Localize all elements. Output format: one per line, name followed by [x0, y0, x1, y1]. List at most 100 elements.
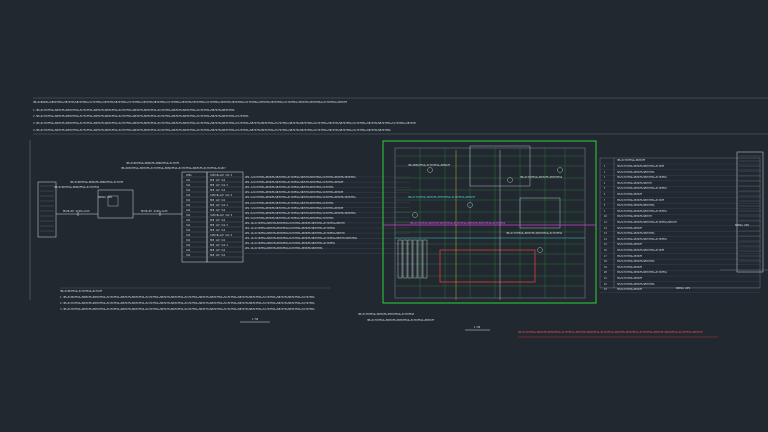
- panel-circuit-15: MCB 1LP 3x2.5: [210, 244, 228, 247]
- panel-title-2: 3M+5D5D7M3A+5B7D7M+5C7D7M3A+5B5D7M3A+5C7…: [121, 167, 226, 170]
- legend-row-number: 1: [604, 165, 606, 168]
- plan-title: 3M+5B5D7M3A+5C7D7M3A+5B5D7M: [408, 164, 451, 167]
- panel-rating-7: 32A: [186, 204, 191, 207]
- panel-description-5: UPS-5+5C7D7M3A+5B7D7M+5B7D7M3A+5C7D7M3A+…: [245, 196, 356, 200]
- legend-row-number: 2: [604, 170, 606, 174]
- panel-circuit-2: MCB 1LP 3x4: [210, 179, 226, 182]
- legend-row-text: 3M+5C7D7M3A+5B7D7M+5B7D7M3A+5C7D7M: [617, 165, 665, 168]
- panel-rating-13: 32A: [186, 234, 191, 237]
- plan-fixture-symbol: [557, 167, 563, 173]
- legend-row-number: 8: [604, 204, 606, 208]
- legend-row-number: 17: [604, 254, 607, 258]
- plan-fixture-symbol: [507, 177, 513, 183]
- legend-row-number: 6: [604, 193, 606, 196]
- panel-circuit-3: MCB 1LP 3x2.5: [210, 184, 228, 187]
- legend-row-text: 3M+5C7D7M3A+5B7D7M+5B7D7M3A: [617, 232, 655, 236]
- panel-description-3: UPS-3+5C7D7M3A+5B7D7M+5B7D7M3A+5C7D7M3A+…: [245, 186, 334, 190]
- plan-callout-2: 3M+5C7D7M3A+5B7D7M+5B7D7M3A: [520, 176, 563, 179]
- panel-rating-4: 32A: [186, 189, 191, 192]
- legend-row-text: 3M+5C7D7M3A+5B7D7M+5B7D7M3A+5C7D7M3A: [617, 271, 667, 275]
- legend-row-number: 4: [604, 181, 606, 185]
- plan-room-box: [519, 197, 561, 229]
- plan-callout-1: 3M+5C7D7M3A+5B7D7M+5B7D7M3A+5C7D7M3A+5B7…: [408, 196, 476, 199]
- panel-description-12: UPS-12+5C7D7M3A+5B7D7M+5B7D7M3A+5C7D7M3A…: [245, 232, 345, 236]
- plan-bottom-red-note: 3M+5C7D7M3A+5B7D7M+5B7D7M3A+5C7D7M3A+5B7…: [518, 331, 703, 334]
- footer-title: 3M+5C0D7M3A+5C7D7M3A+5C7D7M: [60, 290, 103, 293]
- panel-circuit-1: 3xMCCB+1LP 3x2.5: [210, 174, 233, 177]
- rack-unit: [402, 239, 408, 279]
- panel-circuit-16: MCB 1LP 3x4: [210, 249, 226, 252]
- panel-title-1: 3M+5C0D7M3A+5B5D7M+5B6D7M3A+5C7D7M: [126, 162, 180, 165]
- legend-row-text: 3M+5C7D7M3A+5B7D7M: [617, 193, 642, 196]
- panel-description-6: UPS-6+5C7D7M3A+5B7D7M+5B7D7M3A+5C7D7M3A+…: [245, 201, 334, 205]
- panel-circuit-17: MCB 1LP 3x4: [210, 254, 226, 257]
- legend-row-number: 5: [604, 187, 606, 191]
- legend-header: 3M+5C7D7M3A+5B7D7M: [617, 159, 646, 162]
- left-feed-label: 3M+5C9D7M3A+5B5D7M3A+5C7D7M3A: [54, 186, 100, 189]
- legend-row-text: 3M+5C7D7M3A+5B7D7M: [617, 226, 642, 230]
- legend-row-text: 3M+5C7D7M3A+5B7D7M: [617, 277, 642, 280]
- panel-description-4: UPS-4+5C7D7M3A+5B7D7M+5B7D7M3A+5C7D7M3A+…: [245, 191, 344, 195]
- legend-row-number: 23: [604, 288, 607, 292]
- legend-row-text: 3M+5C7D7M3A+5B7D7M: [617, 243, 642, 247]
- panel-description-14: UPS-14+5C7D7M3A+5B7D7M+5B7D7M3A+5C7D7M3A…: [245, 242, 335, 246]
- legend-row-number: 3: [604, 176, 606, 180]
- panel-rating-3: 32A: [186, 184, 191, 187]
- ups-block: [97, 189, 134, 219]
- panel-rating-17: 32A: [186, 254, 191, 257]
- panel-circuit-4: MCB 1LP 3x4: [210, 189, 226, 192]
- panel-description-10: UPS-10+5C7D7M3A+5B7D7M+5B7D7M3A+5C7D7M3A…: [245, 221, 345, 225]
- rack-unit: [397, 239, 403, 279]
- panel-circuit-11: MCB 1LP 3x2.5: [210, 224, 228, 227]
- header-line-4: 3.5M+5C7D7M3A+5B7D7M+5B7D7M3A+5C7D7M3A+5…: [33, 122, 416, 125]
- plan-magenta-note: 3M+5C7D7M3A+5B7D7M+5B7D7M3A+5C7D7M3A+5B7…: [410, 222, 506, 225]
- left-cabinet: [37, 181, 57, 238]
- legend-row-number: 16: [604, 249, 607, 252]
- cad-drawing-viewport[interactable]: 3M+5CB0N3A+5B5D7M3A+5B7D7M+5B7D7M3A+5C7D…: [0, 0, 768, 432]
- legend-row-number: 12: [604, 226, 607, 230]
- plan-callout-3: 3M+5C7D7M3A+5B7D7M+5B7D7M3A+5C7D7M3A: [506, 232, 563, 235]
- legend-row-number: 11: [604, 221, 607, 224]
- legend-row-text: 3M+5C7D7M3A+5B7D7M+5B7D7M: [617, 215, 652, 219]
- panel-rating-1: 200A: [186, 174, 192, 177]
- footer-note-3: 3.3M+5C7D7M3A+5B7D7M+5B7D7M3A+5C7D7M3A+5…: [60, 308, 315, 311]
- scale-left: 1:50: [252, 318, 259, 321]
- legend-row-text: 3M+5C7D7M3A+5B7D7M+5B7D7M3A+5C7D7M3A: [617, 237, 667, 241]
- footer-note-1: 1.3M+5C0D7M3A+5B5D7M+5B7D7M3A+5C7D7M3A+5…: [60, 296, 315, 299]
- panel-rating-8: 32A: [186, 209, 191, 212]
- legend-row-text: 3M+5C7D7M3A+5B7D7M+5B7D7M3A: [617, 170, 655, 174]
- ups-label: 60KVA UPS: [98, 196, 113, 199]
- rack-unit: [412, 239, 418, 279]
- legend-row-number: 15: [604, 243, 607, 247]
- legend-row-text: 3M+5C7D7M3A+5B7D7M+5B7D7M3A: [617, 260, 655, 264]
- panel-circuit-7: MCB 1LP 3x2.5: [210, 204, 228, 207]
- legend-row-text: 3M+5C7D7M3A+5B7D7M+5B7D7M3A+5C7D7M3A: [617, 176, 667, 180]
- legend-row-text: 3M+5C7D7M3A+5B7D7M+5B7D7M3A: [617, 204, 655, 208]
- left-note-1: 3M+5C0D7M3A+5B5D7M+5B6D7M3A+5C7D7M: [70, 181, 124, 184]
- panel-rating-5: 32A: [186, 194, 191, 197]
- footer-note-2: 2.3M+5C7D7M3A+5B7D7M+5B7D7M3A+5C7D7M3A+5…: [60, 302, 315, 305]
- panel-circuit-14: MCB 1LP 3x4: [210, 239, 226, 242]
- panel-rating-6: 32A: [186, 199, 191, 202]
- panel-description-8: UPS-8+5C7D7M3A+5B7D7M+5B7D7M3A+5C7D7M3A+…: [245, 211, 356, 215]
- breaker-1-label: MCCB+3P 4x50+1x25: [63, 210, 90, 213]
- panel-circuit-10: MCB 1LP 3x4: [210, 219, 226, 222]
- right-side-label: 60KVA UPS: [676, 287, 691, 290]
- breaker-2-label: MCCB+3P 4x50+1x25: [141, 210, 168, 213]
- rack-unit: [407, 239, 413, 279]
- legend-row-text: 3M+5C7D7M3A+5B7D7M: [617, 265, 642, 269]
- header-line-2: 1.3M+5C7D7M3A+5B7D7M+5B7D7M3A+5C7D7M3A+5…: [33, 109, 235, 112]
- legend-row-number: 13: [604, 232, 607, 236]
- panel-description-13: UPS-13+5C7D7M3A+5B7D7M+5B7D7M3A+5C7D7M3A…: [245, 237, 358, 241]
- header-line-1: 3M+5CB0N3A+5B5D7M3A+5B7D7M+5B7D7M3A+5C7D…: [33, 101, 347, 104]
- panel-circuit-6: MCB 1LP 3x4: [210, 199, 226, 202]
- right-cabinet-label: 60KVA UPS: [735, 224, 750, 227]
- plan-fixture-symbol: [412, 212, 418, 218]
- legend-row-text: 3M+5C7D7M3A+5B7D7M+5B7D7M3A+5C7D7M: [617, 249, 665, 252]
- header-line-5: 4.5M+5C7D7M3A+5B7D7M+5B7D7M3A+5C7D7M3A+5…: [33, 129, 391, 132]
- legend-row-number: 9: [604, 209, 606, 213]
- panel-circuit-9: 3xMCCB+1LP 3x2.5: [210, 214, 233, 217]
- legend-row-text: 3M+5C7D7M3A+5B7D7M+5B7D7M3A+5C7D7M3A: [617, 187, 667, 191]
- panel-description-7: UPS-7+5C7D7M3A+5B7D7M+5B7D7M3A+5C7D7M3A+…: [245, 206, 344, 210]
- plan-bottom-note-2: 3M+5C7D7M3A+5B7D7M+5B7D7M3A+5C7D7M3A+5B7…: [367, 319, 435, 322]
